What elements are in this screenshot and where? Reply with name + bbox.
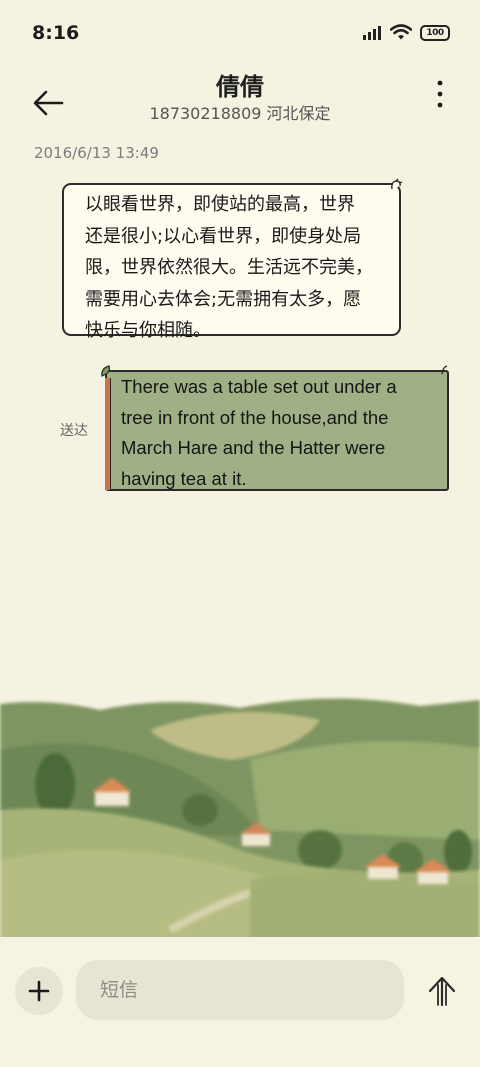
plus-icon: [28, 980, 50, 1002]
message-line: 限，世界依然很大。生活远不完美，: [85, 257, 373, 278]
battery-level: 100: [426, 27, 444, 38]
incoming-message-bubble[interactable]: 以眼看世界，即使站的最高，世界 还是很小;以心看世界，即使身处局 限，世界依然很…: [62, 178, 403, 341]
outgoing-message-bubble[interactable]: There was a table set out under a tree i…: [101, 365, 449, 491]
add-attachment-button[interactable]: [15, 967, 63, 1015]
message-line: tree in front of the house,and the: [121, 406, 389, 428]
signal-icon: [363, 25, 381, 40]
message-line: 还是很小;以心看世界，即使身处局: [85, 225, 362, 247]
conversation-header: 倩倩 18730218809 河北保定: [0, 64, 480, 134]
bubble-corner-doodle-icon: [391, 178, 403, 190]
message-line: having tea at it.: [121, 467, 247, 489]
message-line: There was a table set out under a: [121, 376, 397, 397]
status-time: 8:16: [32, 22, 80, 44]
message-timestamp: 2016/6/13 13:49: [34, 144, 159, 162]
status-icons: 100: [362, 24, 450, 41]
battery-icon: 100: [420, 24, 450, 41]
bubble-corner-doodle-icon: [441, 365, 448, 375]
sms-input[interactable]: [76, 960, 404, 1020]
status-bar: 8:16 100: [0, 0, 480, 64]
message-line: 需要用心去体会;无需拥有太多，愿: [85, 288, 362, 310]
more-options-button[interactable]: [434, 78, 446, 110]
wifi-icon: [390, 24, 412, 40]
message-composer: [0, 937, 480, 1067]
delivery-status: 送达: [60, 423, 88, 439]
send-arrow-icon: [428, 976, 456, 1007]
message-line: March Hare and the Hatter were: [121, 437, 386, 458]
bubble-side-stripe: [105, 378, 111, 490]
leaf-doodle-icon: [101, 365, 111, 377]
landscape-background-image: [0, 690, 480, 940]
more-vertical-icon: [437, 80, 443, 108]
contact-number-location: 18730218809 河北保定: [149, 104, 331, 123]
message-line: 快乐与你相随。: [85, 320, 211, 341]
send-button[interactable]: [424, 973, 460, 1009]
message-line: 以眼看世界，即使站的最高，世界: [85, 194, 355, 215]
contact-name: 倩倩: [216, 73, 264, 101]
